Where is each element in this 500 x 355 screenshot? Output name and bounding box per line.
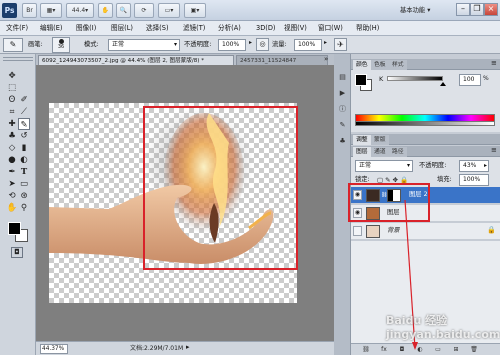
annotation-arrow	[404, 199, 418, 350]
watermark: Baidu 经验 jingyan.baidu.com	[386, 314, 500, 341]
